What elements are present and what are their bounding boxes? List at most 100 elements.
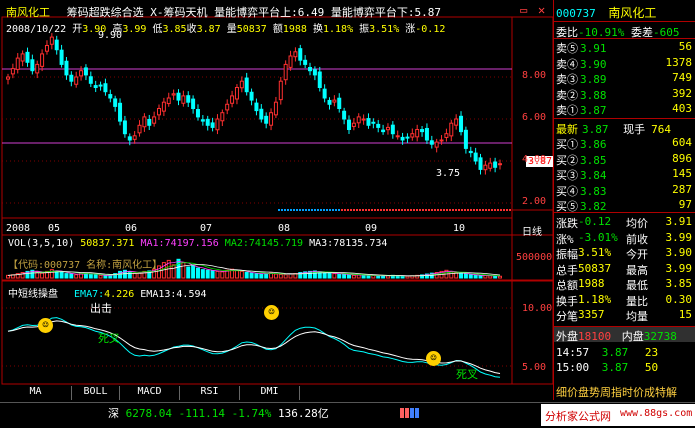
buy-label: 买② — [556, 153, 578, 167]
sell-row[interactable]: 卖① 3.87 403 — [556, 102, 692, 118]
high-value: 3.99 — [122, 24, 147, 35]
stat-label: 换手 — [556, 294, 578, 308]
volume-bar — [342, 273, 347, 279]
candle-body — [371, 121, 376, 124]
volume-bar — [6, 274, 10, 279]
indicator-title: 中短线操盘 — [8, 289, 58, 300]
candle-body — [264, 115, 269, 124]
candle-body — [405, 136, 410, 139]
signal-dot — [425, 209, 427, 211]
brand-name[interactable]: 分析家公式网 — [545, 408, 611, 424]
sell-row[interactable]: 卖② 3.88 392 — [556, 87, 692, 103]
signal-dot — [338, 209, 340, 211]
volume-bar — [376, 275, 381, 279]
volume-bar — [244, 272, 249, 279]
tick-vol: 23 — [644, 346, 659, 359]
candle-body — [191, 98, 196, 110]
candle-body — [342, 110, 347, 120]
inner-label: 内盘 — [621, 330, 644, 343]
sell-row[interactable]: 卖④ 3.90 1378 — [556, 56, 692, 72]
candle-body — [308, 67, 313, 72]
candle-body — [385, 126, 390, 131]
volume-bar — [463, 273, 468, 279]
buy-row[interactable]: 买② 3.85 896 — [556, 152, 692, 168]
signal-dot — [308, 209, 310, 211]
chg-label: 涨 — [405, 24, 416, 35]
buy-row[interactable]: 买③ 3.84 145 — [556, 167, 692, 183]
volume-bar — [195, 267, 200, 279]
tab-macd[interactable]: MACD — [120, 386, 180, 400]
platform-up-value: 6.49 — [297, 6, 325, 19]
volume-bar — [249, 272, 254, 279]
stat-label: 涨跌 — [556, 217, 578, 230]
buy-row[interactable]: 买① 3.86 604 — [556, 136, 692, 152]
sell-price: 3.89 — [580, 73, 607, 86]
volume-bar — [478, 275, 483, 279]
index-turnover: 136.28亿 — [277, 407, 329, 420]
stat-label: 均量 — [626, 310, 648, 323]
candle-body — [468, 150, 473, 154]
ema-line — [7, 317, 501, 378]
signal-dot — [485, 209, 487, 211]
stat-value: -3.01% — [578, 230, 618, 244]
low-label: 低 — [152, 24, 163, 35]
candle-body — [98, 84, 103, 87]
indicator-name[interactable]: 筹码超跌综合选 X-筹码天机 — [67, 6, 208, 19]
platform-up-label: 量能博弈平台上: — [214, 6, 298, 19]
signal-dot — [296, 209, 298, 211]
buy-row[interactable]: 买④ 3.83 287 — [556, 183, 692, 199]
candle-body — [103, 83, 108, 93]
candle-body — [15, 57, 20, 70]
candle-body — [283, 63, 288, 81]
candle-body — [74, 76, 79, 85]
low-value: 3.85 — [162, 24, 187, 35]
indicator-header: 中短线操盘 EMA7:4.226 EMA13:4.594 — [8, 285, 207, 300]
minimize-icon[interactable]: ▭ — [520, 3, 527, 17]
candle-body — [415, 129, 420, 138]
candle-body — [220, 112, 225, 122]
signal-dot — [392, 209, 394, 211]
signal-dot — [413, 209, 415, 211]
period-label[interactable]: 日线 — [522, 223, 542, 238]
signal-dot — [494, 209, 496, 211]
signal-dot — [506, 209, 508, 211]
tab-dmi[interactable]: DMI — [240, 386, 300, 400]
close-icon[interactable]: ✕ — [538, 3, 545, 17]
stat-value: 3.99 — [665, 261, 693, 275]
stat-label: 分笔 — [556, 310, 578, 323]
signal-dot — [509, 209, 511, 211]
index-value: 6278.04 — [125, 407, 172, 420]
open-label: 开 — [72, 24, 83, 35]
volume-bar — [381, 275, 386, 279]
x-tick-06: 06 — [125, 223, 138, 234]
candle-body — [118, 102, 123, 122]
candle-body — [449, 122, 454, 137]
outer-value: 18100 — [578, 330, 612, 343]
signal-dot — [407, 209, 409, 211]
platform-down-label: 量能博弈平台下: — [330, 6, 415, 19]
candle-body — [249, 91, 254, 101]
signal-dot — [455, 209, 457, 211]
volume-bar — [400, 275, 405, 279]
volume-bar — [395, 275, 400, 279]
tab-ma[interactable]: MA — [0, 386, 72, 400]
candle-body — [459, 115, 464, 133]
status-bar-chart — [400, 408, 404, 418]
volume-bar — [473, 274, 478, 279]
tab-boll[interactable]: BOLL — [72, 386, 120, 400]
sell-row[interactable]: 卖⑤ 3.91 56 — [556, 40, 692, 56]
candle-body — [244, 77, 249, 93]
tab-rsi[interactable]: RSI — [180, 386, 240, 400]
indicator-tick-low: 5.00 — [522, 362, 547, 373]
signal-dot — [500, 209, 502, 211]
volume-bar — [327, 272, 332, 279]
candle-body — [366, 118, 371, 126]
vol-indicator-value: 50837.371 — [80, 238, 135, 249]
signal-dot — [353, 209, 355, 211]
now-vol-value: 764 — [651, 123, 671, 136]
candle-body — [30, 59, 35, 72]
sell-row[interactable]: 卖③ 3.89 749 — [556, 71, 692, 87]
sell-volume: 392 — [672, 86, 692, 100]
panel-footer[interactable]: 细价盘势周指时价成特解 — [556, 384, 677, 400]
brand-url[interactable]: www.88gs.com — [620, 408, 692, 419]
